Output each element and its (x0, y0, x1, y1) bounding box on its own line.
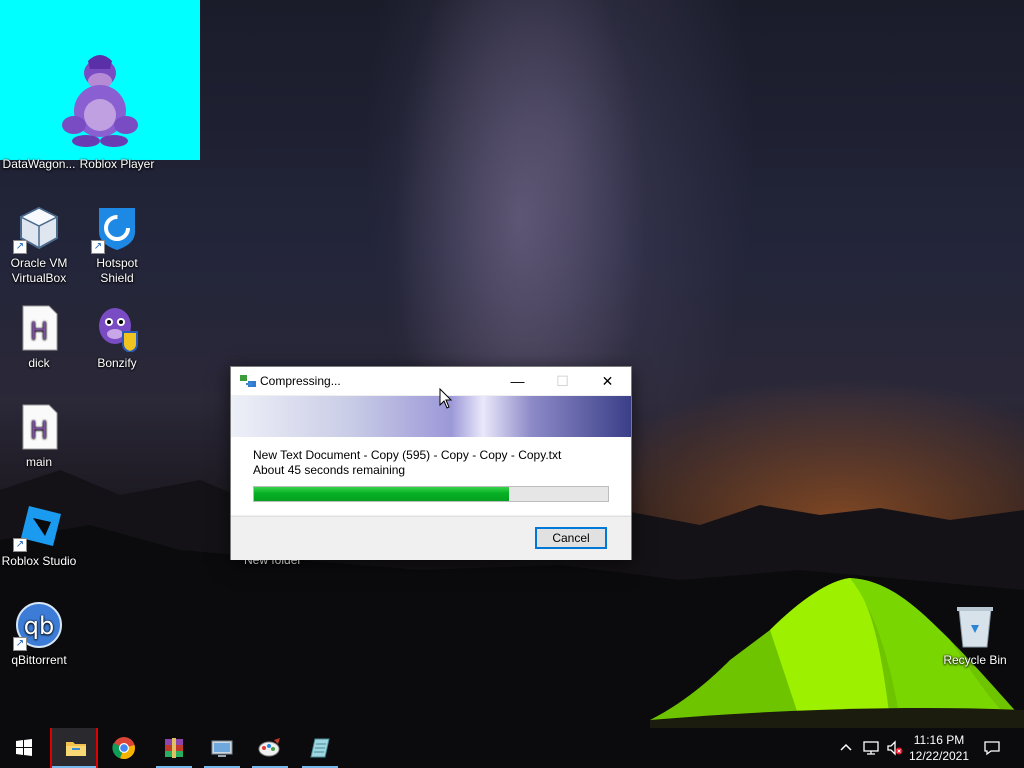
desktop-icon-label: Oracle VM VirtualBox (10, 256, 68, 285)
desktop-icon-roblox-studio[interactable]: ↗ Roblox Studio (0, 502, 78, 569)
desktop-icon-qbittorrent[interactable]: qb ↗ qBittorrent (0, 601, 78, 668)
taskbar-remote-desktop[interactable] (198, 728, 246, 768)
desktop-icon-bonzify[interactable]: Bonzify (78, 304, 156, 371)
time-remaining-text: About 45 seconds remaining (253, 463, 406, 477)
dialog-titlebar[interactable]: Compressing... — ☐ ✕ (231, 367, 631, 395)
maximize-button: ☐ (556, 373, 569, 389)
progress-fill (254, 487, 509, 501)
desktop-icon-datawagon[interactable]: DataWagon... (0, 157, 78, 172)
desktop-icon-label: Roblox Studio (1, 554, 77, 568)
svg-text:H: H (30, 416, 48, 444)
hotspot-shield-icon: ↗ (91, 204, 141, 254)
desktop-icon-label: Recycle Bin (943, 653, 1007, 667)
desktop-icon-hotspot-shield[interactable]: ↗ Hotspot Shield (78, 204, 156, 286)
clock-time: 11:16 PM (913, 733, 965, 747)
network-icon[interactable] (862, 740, 879, 756)
taskbar-file-explorer[interactable] (50, 728, 98, 768)
shortcut-arrow-icon: ↗ (91, 240, 105, 254)
volume-muted-icon[interactable] (886, 740, 903, 756)
desktop-icon-main[interactable]: H main (0, 403, 78, 470)
desktop-icon-label: dick (28, 356, 50, 370)
close-button[interactable]: ✕ (585, 367, 630, 395)
desktop-icon-label: Bonzify (97, 356, 137, 370)
recycle-bin-icon (951, 601, 999, 649)
text-file-icon: H (15, 304, 63, 352)
qbittorrent-icon: qb ↗ (13, 601, 63, 651)
desktop-icon-label: main (25, 455, 52, 469)
svg-text:H: H (30, 317, 48, 345)
desktop-icon-label: qBittorrent (11, 653, 67, 667)
shortcut-arrow-icon: ↗ (13, 637, 27, 651)
taskbar-clock[interactable]: 11:16 PM 12/22/2021 (903, 732, 975, 764)
paint-icon (258, 738, 280, 757)
folder-icon (66, 742, 86, 756)
compress-dialog: Compressing... — ☐ ✕ New Text Document -… (230, 366, 632, 560)
minimize-button[interactable]: — (495, 367, 540, 395)
taskbar: 11:16 PM 12/22/2021 (0, 728, 1024, 768)
taskbar-paint[interactable] (246, 728, 294, 768)
show-hidden-icons-chevron-icon[interactable] (838, 740, 854, 756)
desktop-icon-label: Roblox Player (79, 157, 155, 171)
roblox-studio-icon: ↗ (13, 502, 63, 552)
cancel-button[interactable]: Cancel (535, 527, 607, 549)
desktop: DataWagon... Roblox Player ↗ Oracle VM V… (0, 0, 1024, 728)
text-file-icon: H (15, 403, 63, 451)
clock-date: 12/22/2021 (908, 749, 970, 763)
desktop-icon-label: DataWagon... (2, 157, 76, 171)
dialog-content: New Text Document - Copy (595) - Copy - … (231, 437, 631, 515)
winrar-icon (165, 738, 183, 758)
desktop-icon-virtualbox[interactable]: ↗ Oracle VM VirtualBox (0, 204, 78, 286)
remote-desktop-icon (211, 740, 233, 757)
taskbar-winrar[interactable] (150, 728, 198, 768)
bonzi-icon (62, 55, 138, 147)
shortcut-arrow-icon: ↗ (13, 538, 27, 552)
dialog-title: Compressing... (260, 374, 341, 388)
mouse-cursor-icon (439, 388, 453, 409)
virtualbox-icon: ↗ (13, 204, 63, 254)
start-button[interactable] (0, 728, 48, 768)
progress-bar (253, 486, 609, 502)
svg-text:qb: qb (24, 612, 54, 640)
desktop-icon-label: Hotspot Shield (96, 256, 138, 285)
cyan-overlay (0, 0, 200, 160)
windows-logo-icon (16, 739, 32, 756)
file-name-text: New Text Document - Copy (595) - Copy - … (253, 448, 562, 462)
desktop-icon-recycle-bin[interactable]: Recycle Bin (936, 601, 1014, 668)
zip-folder-icon (240, 375, 256, 387)
dialog-button-area: Cancel (231, 516, 631, 560)
shortcut-arrow-icon: ↗ (13, 240, 27, 254)
taskbar-notepad[interactable] (296, 728, 344, 768)
chrome-icon (112, 737, 135, 760)
bonzify-icon (93, 304, 141, 354)
desktop-icon-dick[interactable]: H dick (0, 304, 78, 371)
desktop-icon-roblox-player[interactable]: Roblox Player (78, 157, 156, 172)
taskbar-chrome[interactable] (100, 728, 148, 768)
notepad-icon (310, 738, 330, 758)
notification-center-icon[interactable] (983, 740, 1001, 756)
dialog-banner (231, 396, 631, 437)
